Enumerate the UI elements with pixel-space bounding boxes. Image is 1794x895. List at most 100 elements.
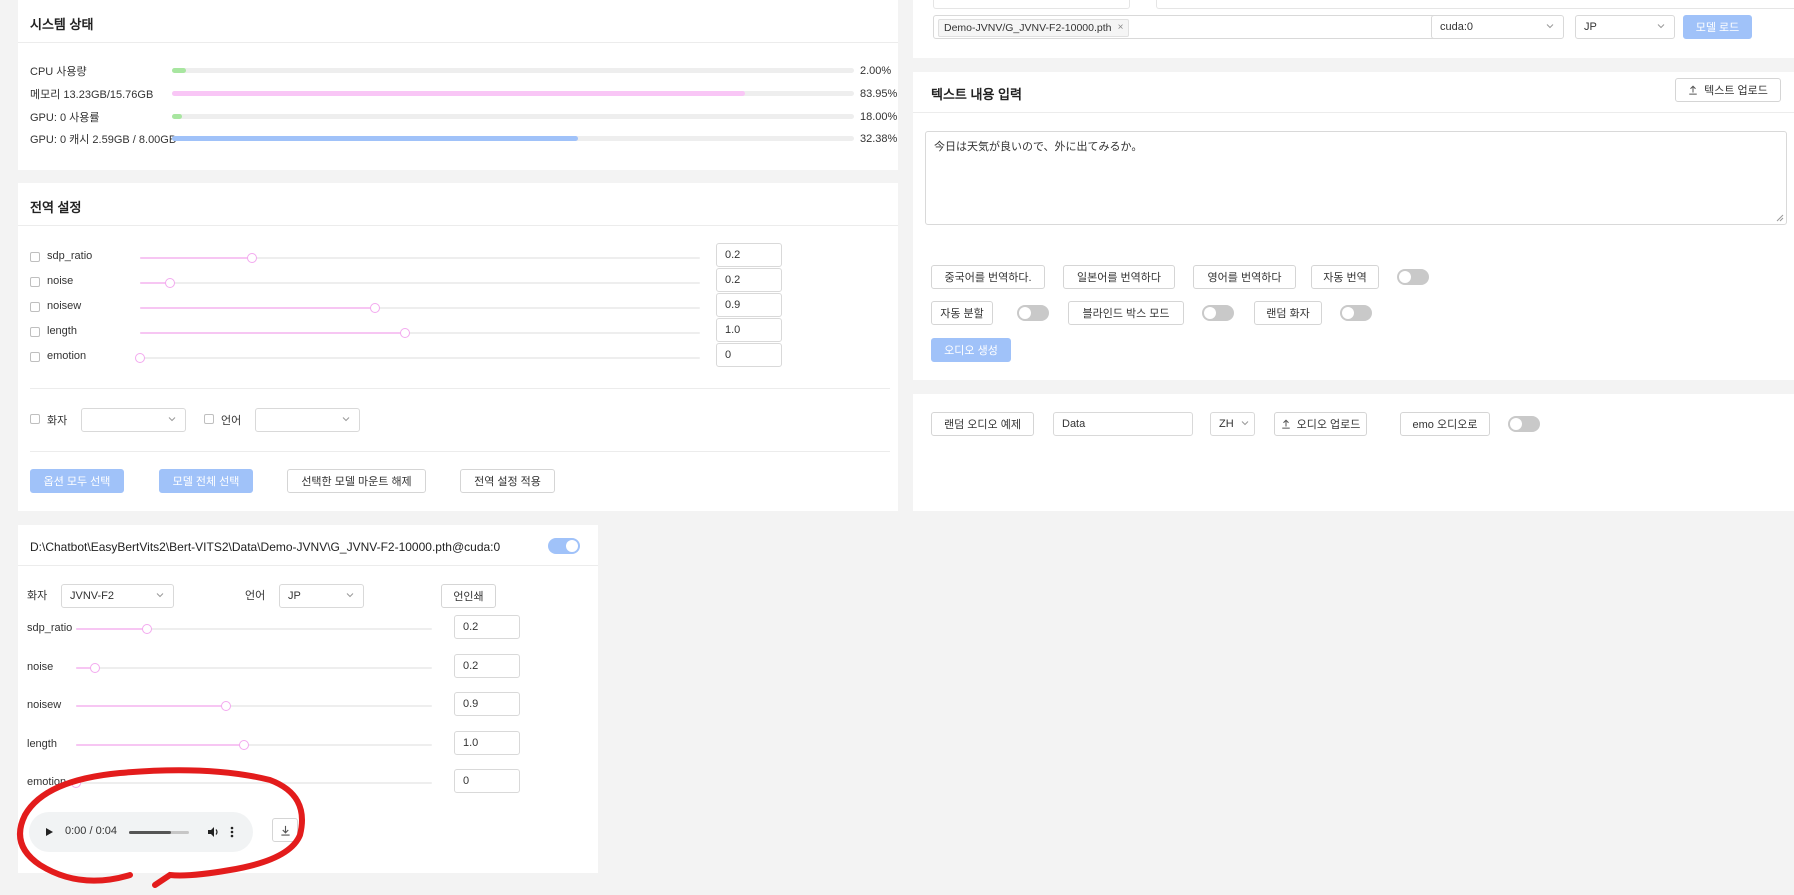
speaker-select[interactable] — [81, 408, 186, 432]
generate-audio-button[interactable]: 오디오 생성 — [931, 338, 1011, 362]
chevron-down-icon — [346, 593, 354, 598]
divider — [18, 225, 898, 226]
noise-slider[interactable] — [76, 663, 432, 673]
noise-slider[interactable] — [140, 278, 700, 288]
noise-slider-thumb[interactable] — [89, 663, 100, 673]
length-slider-thumb[interactable] — [399, 328, 410, 338]
noisew-checkbox[interactable] — [30, 302, 40, 312]
noisew-slider-thumb[interactable] — [370, 303, 381, 313]
chevron-down-icon — [1657, 24, 1665, 29]
load-model-button[interactable]: 모델 로드 — [1683, 15, 1752, 39]
speaker-checkbox[interactable] — [30, 414, 40, 424]
gpu-cache-bar-fill — [172, 136, 578, 141]
language-select[interactable] — [255, 408, 360, 432]
translate-zh-button[interactable]: 중국어를 번역하다. — [931, 265, 1045, 289]
noisew-input[interactable]: 0.9 — [716, 293, 782, 317]
language-label: 언어 — [245, 590, 266, 602]
length-slider[interactable] — [140, 328, 700, 338]
translate-en-button[interactable]: 영어를 번역하다 — [1193, 265, 1296, 289]
model-select[interactable]: Demo-JVNV/G_JVNV-F2-10000.pth × — [933, 15, 1444, 39]
noisew-input[interactable]: 0.9 — [454, 692, 520, 716]
auto-translate-button[interactable]: 자동 번역 — [1311, 265, 1379, 289]
noise-input[interactable]: 0.2 — [454, 654, 520, 678]
sdp-ratio-slider-thumb[interactable] — [247, 253, 257, 263]
auto-translate-toggle[interactable] — [1397, 269, 1429, 285]
length-input[interactable]: 1.0 — [716, 318, 782, 342]
length-input[interactable]: 1.0 — [454, 731, 520, 755]
model-tag[interactable]: Demo-JVNV/G_JVNV-F2-10000.pth × — [938, 19, 1129, 37]
chevron-down-icon — [1546, 24, 1554, 29]
audio-lang-select[interactable]: ZH — [1210, 412, 1255, 436]
sdp-ratio-slider[interactable] — [76, 624, 432, 634]
length-label: length — [47, 325, 77, 337]
language-value: JP — [1584, 21, 1597, 33]
select-all-models-button[interactable]: 모델 전체 선택 — [159, 469, 253, 493]
text-content-area[interactable]: 今日は天気が良いので、外に出てみるか。 — [925, 131, 1787, 225]
noisew-label: noisew — [47, 300, 82, 312]
emotion-checkbox[interactable] — [30, 352, 40, 362]
select-all-options-button[interactable]: 옵션 모두 선택 — [30, 469, 124, 493]
noise-slider-thumb[interactable] — [164, 278, 175, 288]
resize-handle-icon[interactable] — [1776, 214, 1784, 222]
emotion-input[interactable]: 0 — [716, 343, 782, 367]
cpu-bar — [172, 68, 854, 73]
random-speaker-button[interactable]: 랜덤 화자 — [1254, 301, 1322, 325]
model-panel: D:\Chatbot\EasyBertVits2\Bert-VITS2\Data… — [17, 525, 598, 888]
sdp-ratio-checkbox[interactable] — [30, 252, 40, 262]
blind-box-button[interactable]: 블라인드 박스 모드 — [1068, 301, 1184, 325]
emotion-slider[interactable] — [135, 353, 700, 363]
global-settings-panel: 전역 설정 sdp_ratio 0.2 noise 0.2 noisew 0.9… — [18, 183, 898, 511]
data-input[interactable]: Data — [1053, 412, 1193, 436]
sdp-ratio-slider-fill — [76, 628, 148, 630]
sdp-ratio-input[interactable]: 0.2 — [454, 615, 520, 639]
speaker-value: JVNV-F2 — [70, 590, 115, 602]
memory-value: 83.95% — [860, 88, 898, 100]
model-enable-toggle[interactable] — [548, 538, 580, 554]
emotion-slider-thumb[interactable] — [135, 353, 145, 363]
translate-jp-button[interactable]: 일본어를 번역하다 — [1063, 265, 1175, 289]
sdp-ratio-label: sdp_ratio — [47, 250, 93, 262]
emo-audio-toggle[interactable] — [1508, 416, 1540, 432]
language-checkbox[interactable] — [204, 414, 214, 424]
sdp-ratio-input[interactable]: 0.2 — [716, 243, 782, 267]
length-slider[interactable] — [76, 740, 432, 750]
red-circle-annotation — [17, 767, 305, 888]
noisew-slider[interactable] — [140, 303, 700, 313]
length-slider-thumb[interactable] — [239, 740, 250, 750]
audio-upload-button[interactable]: 오디오 업로드 — [1274, 412, 1367, 436]
memory-label: 메모리 13.23GB/15.76GB — [30, 89, 154, 101]
noise-checkbox[interactable] — [30, 277, 40, 287]
emo-audio-button[interactable]: emo 오디오로 — [1400, 412, 1490, 436]
noisew-slider[interactable] — [76, 701, 432, 711]
print-button[interactable]: 언인쇄 — [441, 584, 496, 608]
emotion-input[interactable]: 0 — [454, 769, 520, 793]
language-select[interactable]: JP — [1575, 15, 1675, 39]
noisew-slider-fill — [76, 705, 226, 707]
speaker-select[interactable]: JVNV-F2 — [61, 584, 174, 608]
chevron-down-icon — [342, 417, 350, 422]
audio-lang-value: ZH — [1219, 418, 1234, 430]
noise-input[interactable]: 0.2 — [716, 268, 782, 292]
cut-off-input — [933, 0, 1130, 9]
noisew-slider-thumb[interactable] — [220, 701, 231, 711]
random-speaker-toggle[interactable] — [1340, 305, 1372, 321]
text-upload-button[interactable]: 텍스트 업로드 — [1675, 78, 1781, 102]
unmount-selected-button[interactable]: 선택한 모델 마운트 해제 — [287, 469, 426, 493]
language-select[interactable]: JP — [279, 584, 364, 608]
language-label: 언어 — [221, 415, 242, 427]
sdp-ratio-slider-thumb[interactable] — [142, 624, 153, 634]
close-icon[interactable]: × — [1118, 20, 1124, 36]
upload-icon — [1689, 85, 1697, 95]
blind-box-toggle[interactable] — [1202, 305, 1234, 321]
random-audio-example-button[interactable]: 랜덤 오디오 예제 — [931, 412, 1034, 436]
apply-global-button[interactable]: 전역 설정 적용 — [460, 469, 555, 493]
cpu-bar-fill — [172, 68, 186, 73]
divider — [30, 388, 890, 389]
length-checkbox[interactable] — [30, 327, 40, 337]
sdp-ratio-slider[interactable] — [140, 253, 700, 263]
noise-label: noise — [27, 661, 54, 673]
system-status-title: 시스템 상태 — [30, 17, 94, 32]
device-select[interactable]: cuda:0 — [1431, 15, 1564, 39]
auto-split-toggle[interactable] — [1017, 305, 1049, 321]
auto-split-button[interactable]: 자동 분할 — [931, 301, 993, 325]
